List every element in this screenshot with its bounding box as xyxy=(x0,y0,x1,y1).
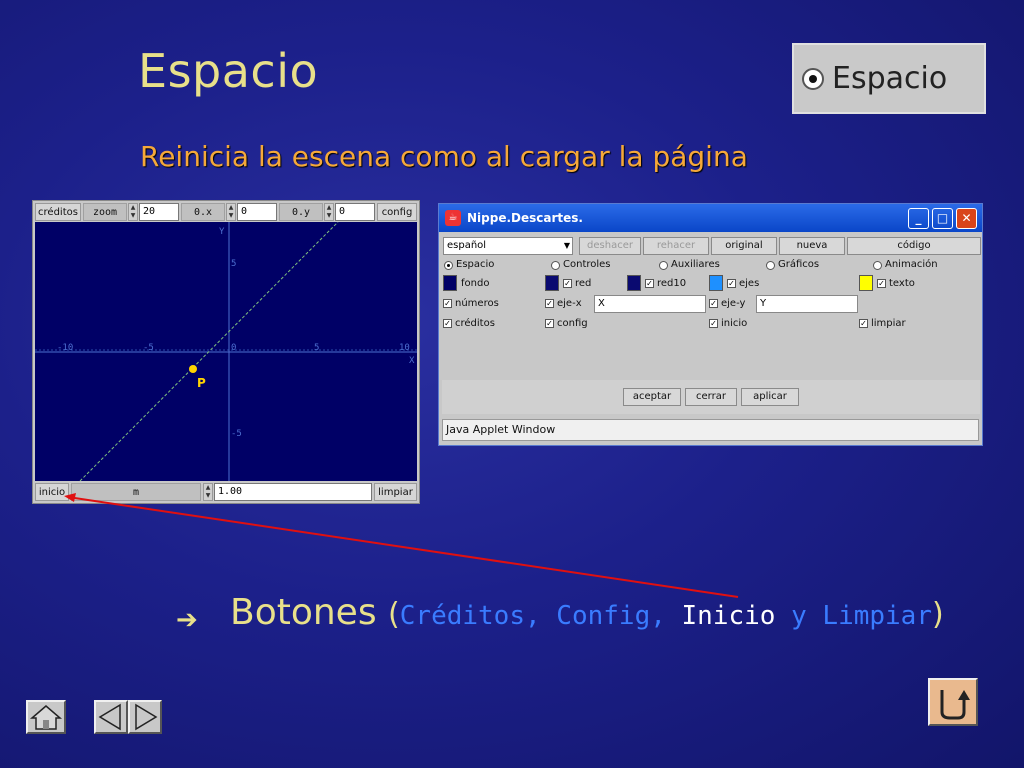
bullet-text: Botones (Créditos, Config, Inicio y Limp… xyxy=(230,592,944,633)
home-icon xyxy=(29,705,63,730)
pointer-overlay xyxy=(64,493,739,598)
triangle-left-icon xyxy=(98,703,121,731)
pointer-line xyxy=(67,496,739,598)
return-button[interactable] xyxy=(928,678,978,726)
bullet-items-a: Créditos, Config, xyxy=(399,601,682,631)
next-button[interactable] xyxy=(128,700,162,734)
arrow-head-icon xyxy=(64,493,76,502)
triangle-right-icon xyxy=(135,703,158,731)
bullet-arrow-icon: ➔ xyxy=(176,605,198,635)
return-arrow-icon xyxy=(940,690,970,720)
previous-button[interactable] xyxy=(94,700,128,734)
bullet-open: ( xyxy=(388,597,400,632)
bullet-main: Botones xyxy=(230,592,377,633)
bullet-item-inicio: Inicio xyxy=(681,601,776,631)
bullet-close: ) xyxy=(932,597,944,632)
home-button[interactable] xyxy=(26,700,66,734)
bullet-items-b: y Limpiar xyxy=(775,601,932,631)
